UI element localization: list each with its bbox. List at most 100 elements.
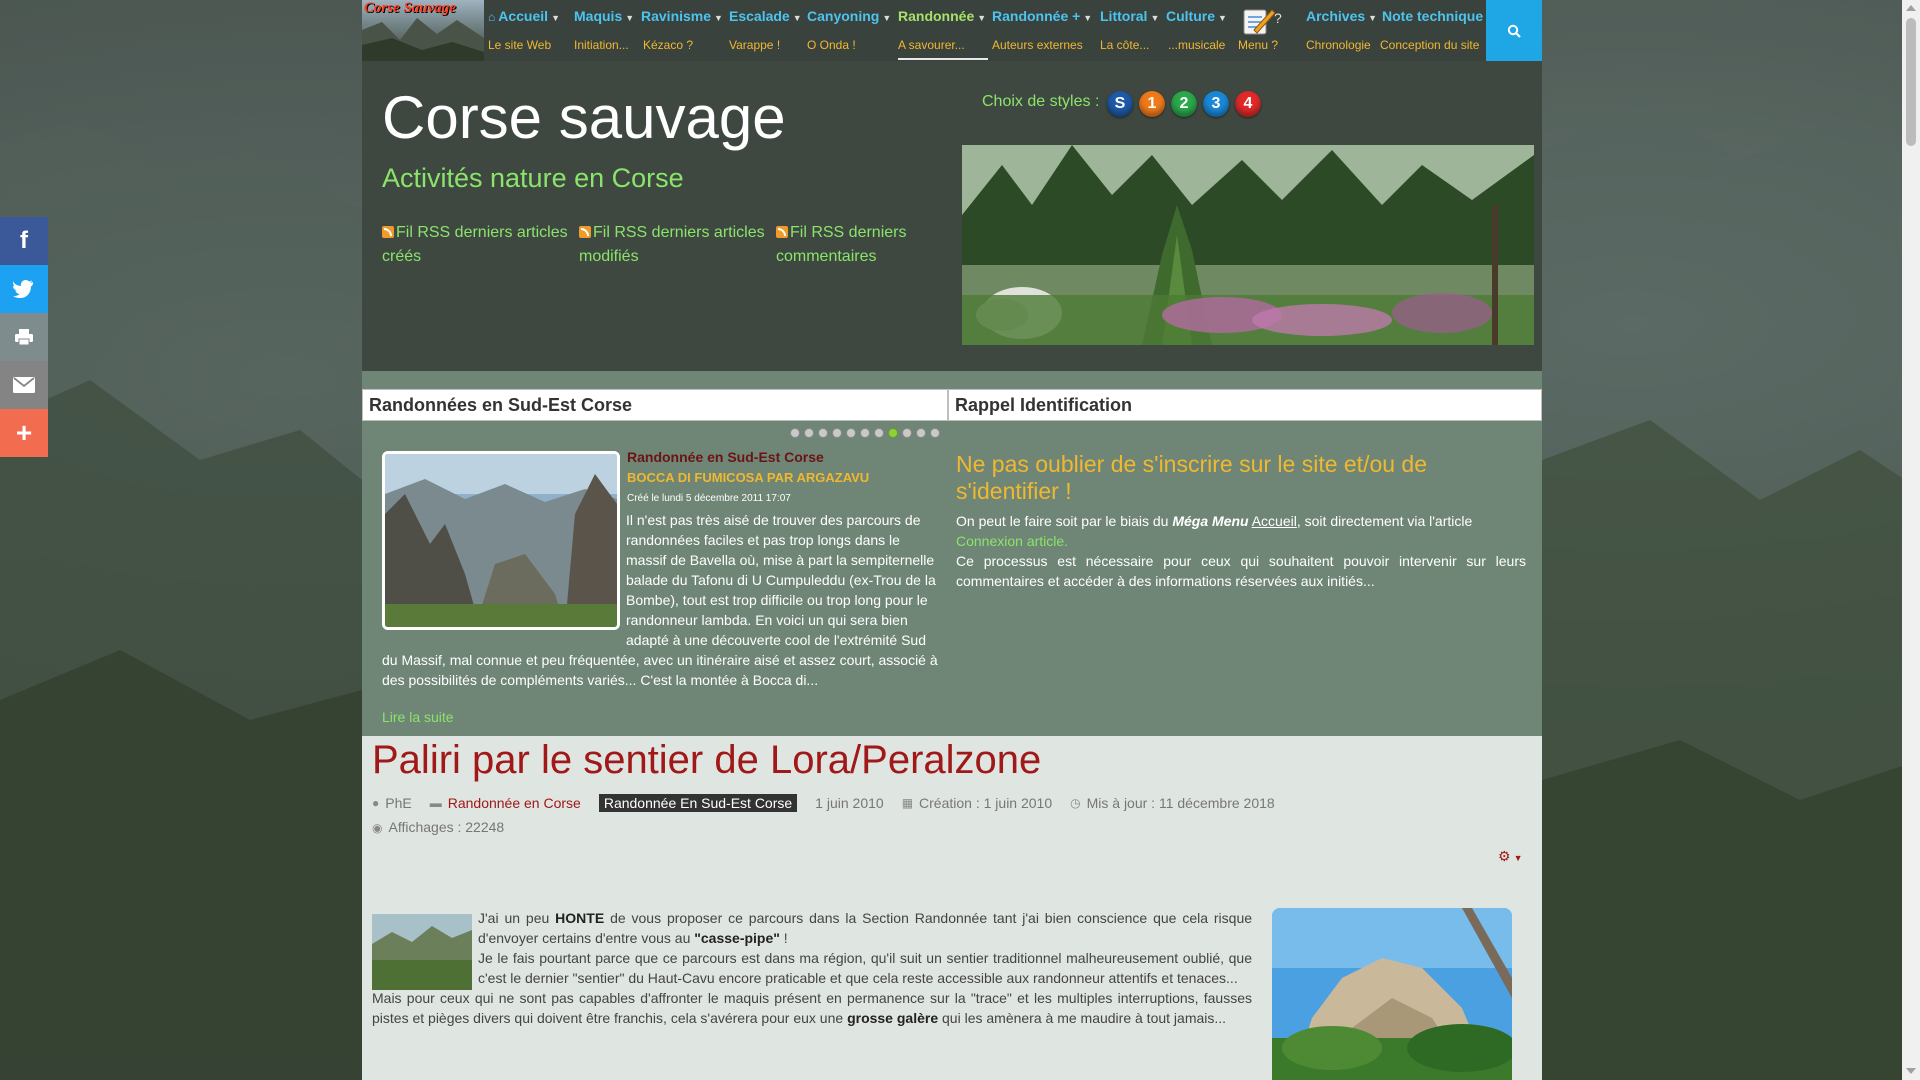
- rappel-text-part: On peut le faire soit par le biais du: [956, 513, 1169, 529]
- article-emphasis: grosse galère: [847, 1010, 939, 1026]
- article-tools-button[interactable]: ⚙ ▼: [1498, 848, 1522, 865]
- slider-dot[interactable]: [818, 428, 828, 438]
- article-hits: ◉ Affichages : 22248: [372, 819, 504, 835]
- nav-label: Canyoning: [807, 8, 880, 24]
- nav-sub-label: La côte...: [1100, 38, 1150, 52]
- twitter-icon: [13, 280, 33, 298]
- caret-down-icon: ▼: [1083, 13, 1093, 23]
- nav-sub-label: Chronologie: [1306, 38, 1371, 52]
- header-forest-photo: [962, 145, 1534, 345]
- nav-item-randonnee-plus[interactable]: Randonnée + ▼ Auteurs externes: [992, 0, 1092, 61]
- caret-down-icon: ▼: [1513, 853, 1523, 863]
- nav-label: Randonnée +: [992, 8, 1081, 24]
- article-body: J'ai un peu HONTE de vous proposer ce pa…: [372, 908, 1252, 1028]
- nav-label: Ravinisme: [641, 8, 712, 24]
- scroll-up-icon[interactable]: [1906, 5, 1916, 11]
- nav-item-archives[interactable]: Archives ▼ Chronologie: [1304, 0, 1378, 61]
- twitter-share-button[interactable]: [0, 265, 48, 313]
- nav-sub-label: Initiation...: [574, 38, 629, 52]
- folder-icon: ▬: [429, 796, 442, 810]
- slide-title[interactable]: BOCCA DI FUMICOSA PAR ARGAZAVU: [627, 470, 869, 485]
- home-icon: ⌂: [488, 10, 496, 24]
- slider-dot[interactable]: [860, 428, 870, 438]
- rss-link-modified[interactable]: Fil RSS derniers articles modifiés: [579, 221, 769, 269]
- article-title[interactable]: Paliri par le sentier de Lora/Peralzone: [372, 738, 1041, 783]
- search-button[interactable]: [1486, 0, 1542, 61]
- more-share-button[interactable]: +: [0, 409, 48, 457]
- nav-item-menu[interactable]: ? Menu ?: [1238, 0, 1298, 61]
- article-created-date: Création : 1 juin 2010: [919, 795, 1053, 811]
- slider-dot[interactable]: [930, 428, 940, 438]
- nav-item-randonnee[interactable]: Randonnée ▼ A savourer...: [898, 0, 988, 61]
- site-title[interactable]: Corse sauvage: [382, 83, 786, 152]
- nav-item-canyoning[interactable]: Canyoning ▼ O Onda !: [807, 0, 892, 61]
- nav-sub-label: Varappe !: [729, 38, 781, 52]
- nav-item-littoral[interactable]: Littoral ▼ La côte...: [1100, 0, 1166, 61]
- article-hits-text: Affichages : 22248: [388, 819, 505, 835]
- social-share-bar: f +: [0, 217, 48, 457]
- print-share-button[interactable]: [0, 313, 48, 361]
- nav-sub-label: Menu ?: [1238, 38, 1279, 52]
- caret-down-icon: ▼: [977, 13, 987, 23]
- slider-dot[interactable]: [916, 428, 926, 438]
- article: Paliri par le sentier de Lora/Peralzone …: [362, 736, 1542, 1080]
- nav-item-escalade[interactable]: Escalade ▼ Varappe !: [729, 0, 802, 61]
- rappel-text-part: , soit directement via l'article: [1296, 513, 1473, 529]
- rss-link-text: Fil RSS derniers commentaires: [776, 224, 907, 265]
- slider-dot[interactable]: [804, 428, 814, 438]
- calendar-icon: ▦: [901, 796, 914, 810]
- article-author: PhE: [385, 795, 412, 811]
- rappel-text: On peut le faire soit par le biais du Mé…: [956, 511, 1526, 591]
- scrollbar-thumb[interactable]: [1906, 18, 1916, 146]
- style-option-1[interactable]: 1: [1139, 91, 1165, 117]
- plus-icon: +: [15, 417, 33, 448]
- nav-sub-label: Kézaco ?: [643, 38, 694, 52]
- slide-category[interactable]: Randonnée en Sud-Est Corse: [627, 449, 824, 465]
- active-underline: [898, 58, 988, 60]
- email-share-button[interactable]: [0, 361, 48, 409]
- facebook-share-button[interactable]: f: [0, 217, 48, 265]
- article-meta: ● PhE ▬ Randonnée en Corse Randonnée En …: [372, 794, 1275, 812]
- style-option-3[interactable]: 3: [1203, 91, 1229, 117]
- nav-item-accueil[interactable]: ⌂ Accueil ▼ Le site Web: [488, 0, 564, 61]
- accueil-link[interactable]: Accueil: [1252, 513, 1297, 529]
- user-icon: ●: [372, 796, 380, 810]
- article-text: qui les amènera à me maudire à tout jama…: [942, 1010, 1227, 1026]
- slider-dot[interactable]: [874, 428, 884, 438]
- page-scrollbar[interactable]: [1902, 0, 1920, 1080]
- main-container: Corse sauvage Activités nature en Corse …: [362, 61, 1542, 1080]
- caret-down-icon: ▼: [882, 13, 892, 23]
- scroll-down-icon[interactable]: [1906, 1068, 1916, 1074]
- nav-item-culture[interactable]: Culture ▼ ...musicale: [1166, 0, 1236, 61]
- nav-item-ravinisme[interactable]: Ravinisme ▼ Kézaco ?: [641, 0, 723, 61]
- slider-dot[interactable]: [832, 428, 842, 438]
- style-option-4[interactable]: 4: [1235, 91, 1261, 117]
- nav-sub-label: Conception du site: [1380, 38, 1480, 52]
- eye-icon: ◉: [372, 821, 383, 835]
- rappel-heading: Ne pas oublier de s'inscrire sur le site…: [956, 451, 1428, 504]
- slider-dot[interactable]: [846, 428, 856, 438]
- nav-label: Culture: [1166, 8, 1215, 24]
- rss-link-text: Fil RSS derniers articles créés: [382, 224, 568, 265]
- connexion-article-link[interactable]: Connexion article.: [956, 533, 1068, 549]
- module-title-randonnees: Randonnées en Sud-Est Corse: [362, 389, 948, 421]
- article-category-link[interactable]: Randonnée en Corse: [448, 795, 581, 811]
- style-option-2[interactable]: 2: [1171, 91, 1197, 117]
- logo-text: Corse Sauvage: [364, 0, 457, 16]
- rappel-text-part: Ce processus est nécessaire pour ceux qu…: [956, 553, 1526, 589]
- slider-dot[interactable]: [888, 428, 898, 438]
- rss-link-comments[interactable]: Fil RSS derniers commentaires: [776, 221, 966, 269]
- nav-item-note-technique[interactable]: Note technique Conception du site: [1380, 0, 1486, 61]
- article-photo: [1272, 908, 1512, 1080]
- slider-dot[interactable]: [902, 428, 912, 438]
- nav-item-maquis[interactable]: Maquis ▼ Initiation...: [574, 0, 640, 61]
- style-option-s[interactable]: S: [1107, 91, 1133, 117]
- site-logo[interactable]: Corse Sauvage: [362, 0, 484, 61]
- site-header: Corse sauvage Activités nature en Corse …: [362, 61, 1542, 371]
- article-tag-link[interactable]: Randonnée En Sud-Est Corse: [598, 794, 798, 812]
- read-more-link[interactable]: Lire la suite: [382, 709, 454, 725]
- slider-dot[interactable]: [790, 428, 800, 438]
- modules-band: Randonnées en Sud-Est Corse Rappel Ident…: [362, 371, 1542, 736]
- rss-link-created[interactable]: Fil RSS derniers articles créés: [382, 221, 572, 269]
- mail-icon: [13, 377, 35, 393]
